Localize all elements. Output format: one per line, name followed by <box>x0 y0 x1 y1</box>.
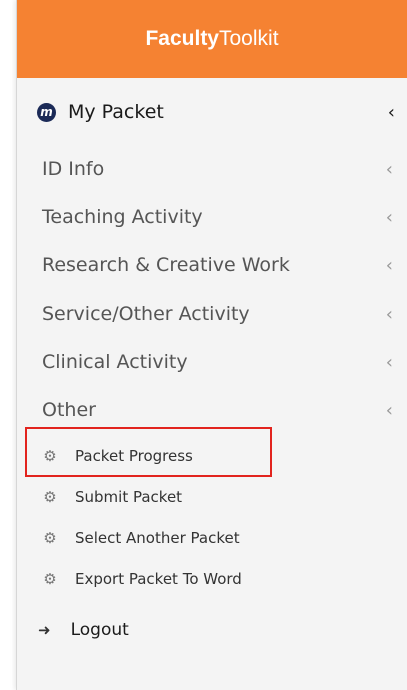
sidebar-item-research-creative-work[interactable]: Research & Creative Work ‹ <box>17 247 407 283</box>
sidebar-item-label: ID Info <box>42 158 105 180</box>
highlight-box <box>25 427 272 477</box>
sign-out-icon: ➜ <box>38 621 51 639</box>
chevron-left-icon: ‹ <box>387 101 395 123</box>
chevron-left-icon: ‹ <box>385 206 393 228</box>
logout-label: Logout <box>70 620 129 640</box>
sidebar-panel: Faculty Toolkit m My Packet ‹ ID Info ‹ T… <box>16 0 407 690</box>
brand-name-light: Toolkit <box>219 27 279 50</box>
gear-icon: ⚙ <box>43 529 57 547</box>
sidebar-item-id-info[interactable]: ID Info ‹ <box>17 151 407 187</box>
sub-item-label: Select Another Packet <box>75 529 240 547</box>
sidebar-item-label: Teaching Activity <box>42 206 203 228</box>
app-header: Faculty Toolkit <box>17 0 407 78</box>
brand-name-bold: Faculty <box>145 27 219 50</box>
sidebar-item-label: Other <box>42 399 96 421</box>
logo-letter: m <box>40 105 53 119</box>
gear-icon: ⚙ <box>43 570 57 588</box>
sidebar-item-other[interactable]: Other ‹ <box>17 392 407 428</box>
my-packet-logo-icon: m <box>37 102 56 122</box>
chevron-left-icon: ‹ <box>385 303 393 325</box>
sub-item-select-another-packet[interactable]: ⚙ Select Another Packet <box>17 524 407 552</box>
sidebar-item-clinical-activity[interactable]: Clinical Activity ‹ <box>17 344 407 380</box>
sidebar-item-label: Service/Other Activity <box>42 303 250 325</box>
sub-item-label: Submit Packet <box>75 488 183 506</box>
sidebar-item-teaching-activity[interactable]: Teaching Activity ‹ <box>17 199 407 235</box>
sub-item-label: Export Packet To Word <box>75 570 242 588</box>
sub-item-submit-packet[interactable]: ⚙ Submit Packet <box>17 483 407 511</box>
chevron-left-icon: ‹ <box>385 158 393 180</box>
sidebar-item-label: Clinical Activity <box>42 351 188 373</box>
logout-item[interactable]: ➜ Logout <box>17 612 407 648</box>
sidebar-item-service-other-activity[interactable]: Service/Other Activity ‹ <box>17 296 407 332</box>
chevron-left-icon: ‹ <box>385 351 393 373</box>
my-packet-item[interactable]: m My Packet ‹ <box>17 93 407 131</box>
sub-item-export-packet-to-word[interactable]: ⚙ Export Packet To Word <box>17 565 407 593</box>
chevron-left-icon: ‹ <box>385 254 393 276</box>
my-packet-label: My Packet <box>68 101 164 123</box>
sidebar-item-label: Research & Creative Work <box>42 254 290 276</box>
chevron-left-icon: ‹ <box>385 399 393 421</box>
gear-icon: ⚙ <box>43 488 57 506</box>
